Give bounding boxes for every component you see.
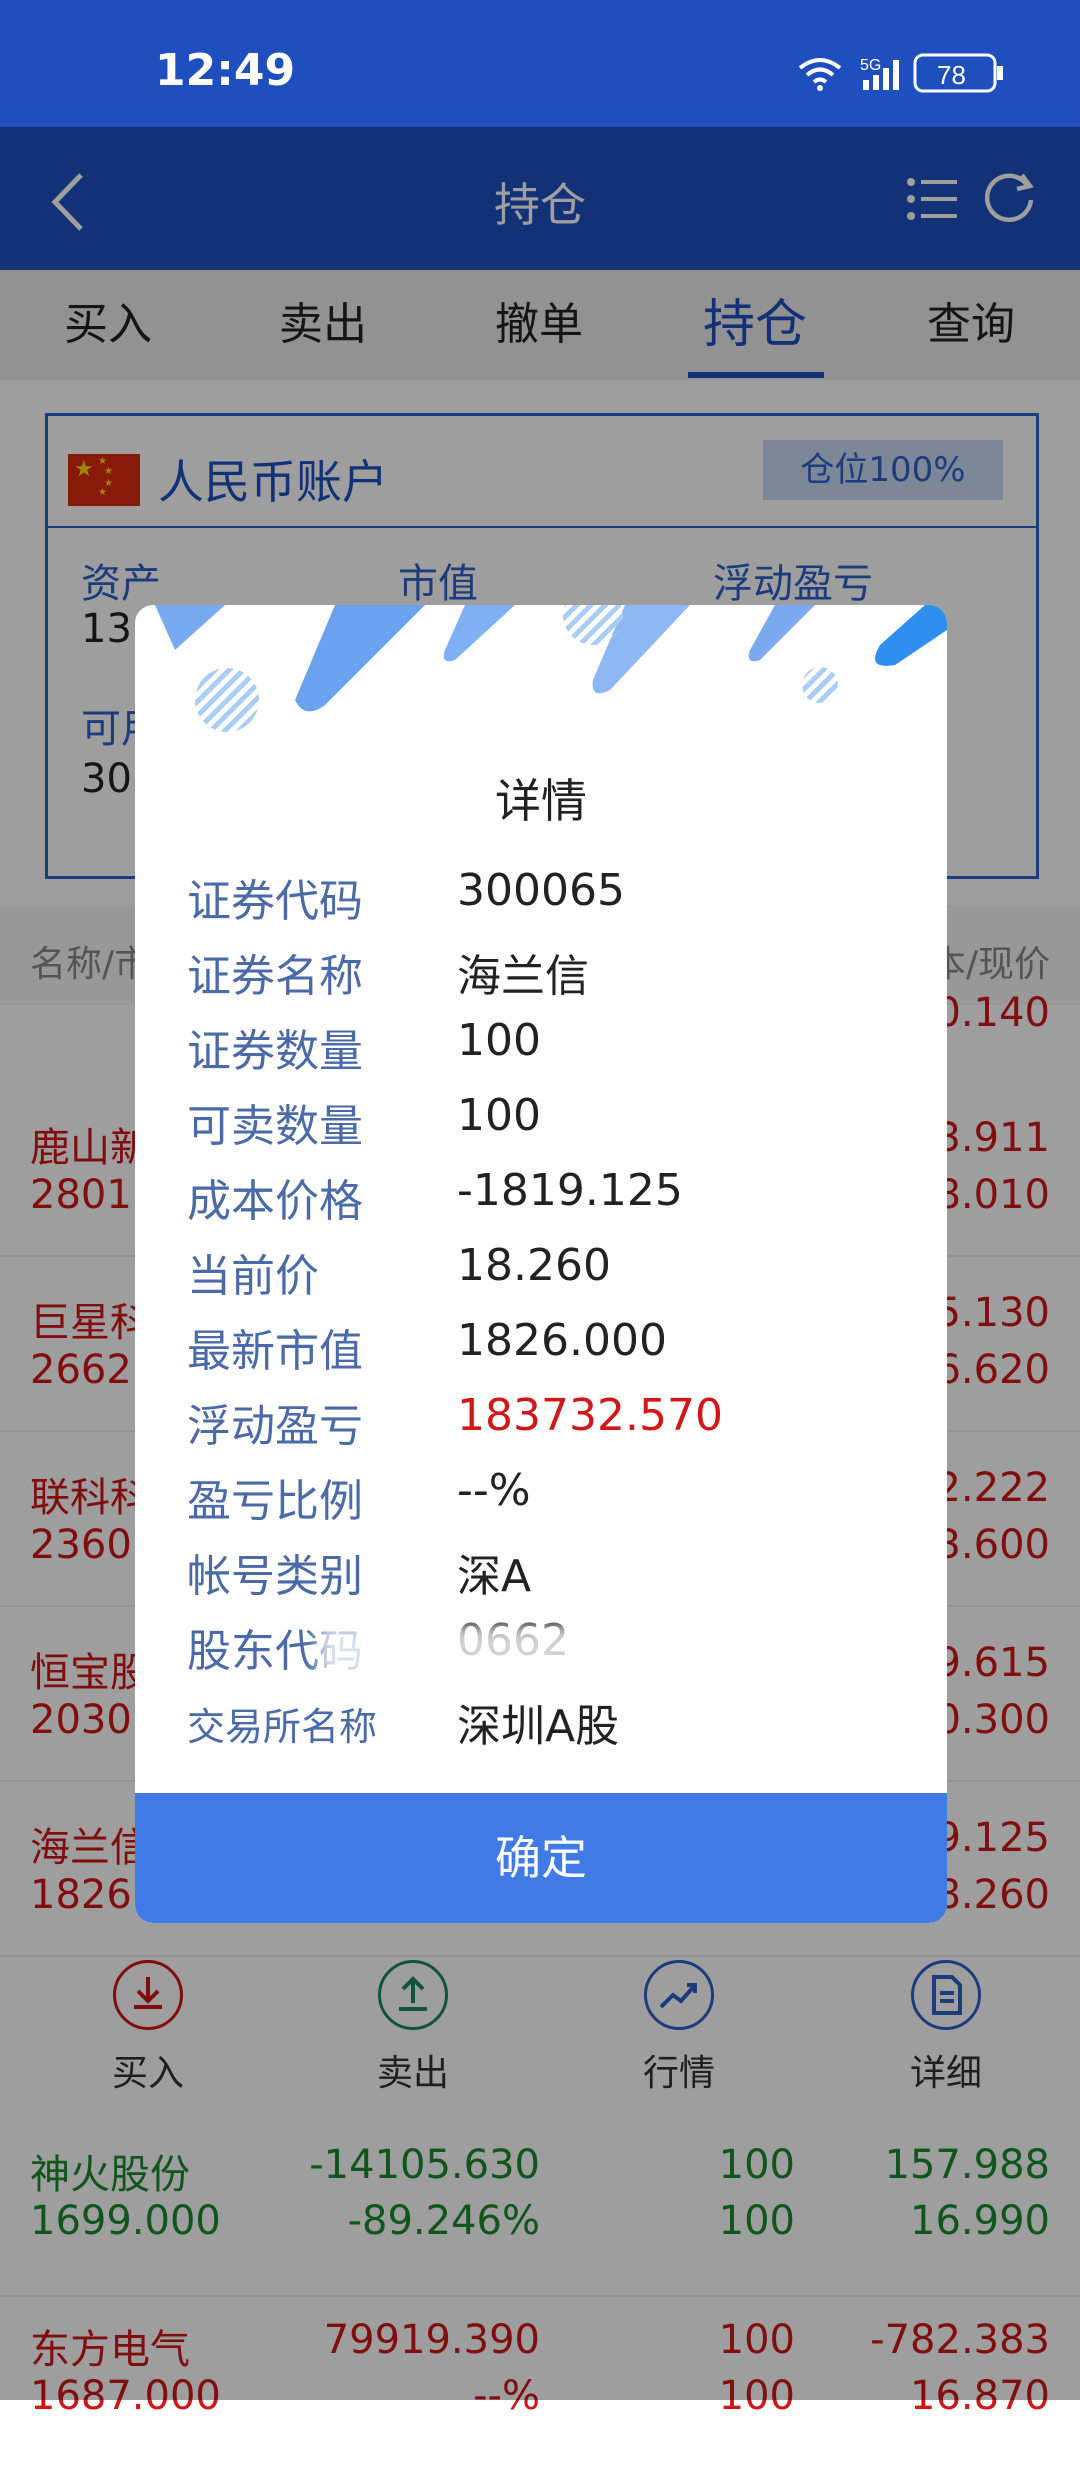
status-bar: 12:49 5G 78 — [0, 0, 1080, 127]
detail-key: 证券数量 — [187, 1026, 363, 1077]
redaction-blur — [318, 1625, 638, 1680]
detail-key: 证券名称 — [187, 951, 363, 1002]
detail-key: 可卖数量 — [187, 1101, 363, 1152]
detail-value: --% — [457, 1465, 531, 1516]
detail-value: -1819.125 — [457, 1165, 683, 1216]
detail-value: 100 — [457, 1015, 541, 1066]
dialog-title: 详情 — [495, 774, 587, 828]
detail-row: 帐号类别 深A — [187, 1540, 947, 1615]
detail-dialog: 详情 证券代码 300065 证券名称 海兰信 证券数量 100 可卖数量 10… — [135, 605, 947, 1923]
detail-value: 深A — [457, 1551, 532, 1602]
detail-key: 帐号类别 — [187, 1551, 363, 1602]
detail-row: 成本价格 -1819.125 — [187, 1165, 947, 1240]
status-icons: 5G 78 — [798, 53, 1003, 93]
detail-row: 可卖数量 100 — [187, 1090, 947, 1165]
detail-row: 证券代码 300065 — [187, 865, 947, 940]
battery-level: 78 — [937, 60, 966, 90]
detail-value: 1826.000 — [457, 1315, 667, 1366]
network-5g: 5G — [860, 57, 881, 74]
detail-value: 300065 — [457, 865, 625, 916]
detail-value: 100 — [457, 1090, 541, 1141]
detail-key: 盈亏比例 — [187, 1476, 363, 1527]
detail-key: 交易所名称 — [187, 1705, 378, 1749]
detail-key: 最新市值 — [187, 1326, 363, 1377]
detail-key: 证券代码 — [187, 876, 363, 927]
detail-row: 当前价 18.260 — [187, 1240, 947, 1315]
status-time: 12:49 — [155, 45, 296, 96]
detail-value: 深圳A股 — [457, 1701, 620, 1752]
detail-value: 海兰信 — [457, 951, 589, 1002]
detail-key: 浮动盈亏 — [187, 1401, 363, 1452]
wifi-icon — [798, 58, 842, 84]
detail-value: 183732.570 — [457, 1390, 723, 1441]
dialog-header-decoration — [155, 605, 947, 732]
confirm-button[interactable]: 确定 — [135, 1793, 947, 1923]
detail-row: 证券数量 100 — [187, 1015, 947, 1090]
detail-value: 18.260 — [457, 1240, 611, 1291]
detail-row: 交易所名称 深圳A股 — [187, 1690, 947, 1765]
detail-key: 成本价格 — [187, 1176, 363, 1227]
detail-row: 盈亏比例 --% — [187, 1465, 947, 1540]
detail-row: 浮动盈亏 183732.570 — [187, 1390, 947, 1465]
detail-row: 最新市值 1826.000 — [187, 1315, 947, 1390]
detail-row: 证券名称 海兰信 — [187, 940, 947, 1015]
detail-key: 当前价 — [187, 1251, 319, 1302]
